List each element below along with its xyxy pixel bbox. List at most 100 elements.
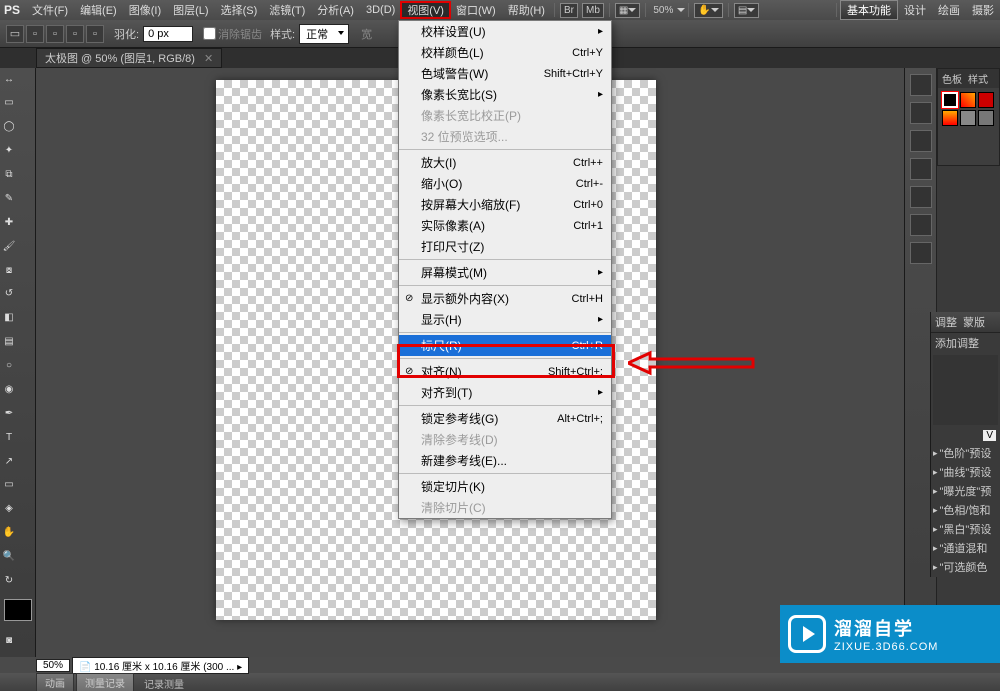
swatch-item[interactable]: [960, 92, 976, 108]
swatch-item[interactable]: [960, 110, 976, 126]
screen-mode-icon[interactable]: ▦: [615, 3, 640, 18]
gradient-tool-icon[interactable]: ▤: [1, 334, 17, 350]
character-panel-icon[interactable]: [910, 186, 932, 208]
preset-selective[interactable]: "可选颜色: [931, 558, 1000, 576]
preset-exposure[interactable]: "曝光度"预: [931, 482, 1000, 500]
3d-tool-icon[interactable]: ◈: [1, 501, 17, 517]
preset-curves[interactable]: "曲线"预设: [931, 463, 1000, 481]
shape-tool-icon[interactable]: ▭: [1, 477, 17, 493]
new-selection-icon[interactable]: ▫: [26, 25, 44, 43]
swatch-item[interactable]: [942, 92, 958, 108]
bridge-button[interactable]: Br: [560, 3, 578, 18]
swatch-item[interactable]: [942, 110, 958, 126]
swatch-item[interactable]: [978, 110, 994, 126]
swatch-item[interactable]: [978, 92, 994, 108]
zoom-tool-icon[interactable]: 🔍: [1, 549, 17, 565]
document-tab[interactable]: 太极图 @ 50% (图层1, RGB/8) ✕: [36, 48, 222, 68]
menu-layer[interactable]: 图层(L): [167, 2, 214, 18]
arrange-docs-icon[interactable]: ▤: [734, 3, 759, 18]
menu-item[interactable]: 显示(H)▸: [399, 309, 611, 330]
menu-view[interactable]: 视图(V): [401, 2, 450, 18]
menu-item[interactable]: 屏幕模式(M)▸: [399, 262, 611, 283]
menu-item[interactable]: 对齐到(T)▸: [399, 382, 611, 403]
menu-item[interactable]: 实际像素(A)Ctrl+1: [399, 215, 611, 236]
brush-tool-icon[interactable]: 🖌: [1, 238, 17, 254]
marquee-tool-preset-icon[interactable]: ▭: [6, 25, 24, 43]
history-panel-icon[interactable]: [910, 102, 932, 124]
menu-filter[interactable]: 滤镜(T): [263, 2, 311, 18]
healing-tool-icon[interactable]: ✚: [1, 214, 17, 230]
menu-select[interactable]: 选择(S): [215, 2, 264, 18]
paragraph-panel-icon[interactable]: [910, 214, 932, 236]
swatch-tab-color[interactable]: 色板: [942, 71, 962, 86]
menu-item[interactable]: 新建参考线(E)...: [399, 450, 611, 471]
workspace-design[interactable]: 设计: [898, 2, 932, 18]
menu-image[interactable]: 图像(I): [123, 2, 167, 18]
wand-tool-icon[interactable]: ✦: [1, 143, 17, 159]
menu-item[interactable]: 色域警告(W)Shift+Ctrl+Y: [399, 63, 611, 84]
pen-tool-icon[interactable]: ✒: [1, 405, 17, 421]
move-tool-icon[interactable]: ↔: [1, 71, 17, 87]
preset-channel[interactable]: "通道混和: [931, 539, 1000, 557]
swatch-tab-style[interactable]: 样式: [968, 71, 988, 86]
history-brush-icon[interactable]: ↺: [1, 286, 17, 302]
add-selection-icon[interactable]: ▫: [46, 25, 64, 43]
marquee-tool-icon[interactable]: ▭: [1, 95, 17, 111]
minibridge-button[interactable]: Mb: [582, 3, 604, 18]
menu-item[interactable]: 校样设置(U)▸: [399, 21, 611, 42]
navigator-panel-icon[interactable]: [910, 130, 932, 152]
blur-tool-icon[interactable]: ○: [1, 358, 17, 374]
antialias-checkbox[interactable]: [203, 27, 216, 40]
rotate-tool-icon[interactable]: ↻: [1, 572, 17, 588]
type-tool-icon[interactable]: T: [1, 429, 17, 445]
workspace-paint[interactable]: 绘画: [932, 2, 966, 18]
eraser-tool-icon[interactable]: ◧: [1, 310, 17, 326]
doc-info[interactable]: 📄 10.16 厘米 x 10.16 厘米 (300 ... ▸: [72, 657, 249, 674]
menu-item[interactable]: 标尺(R)Ctrl+R: [399, 335, 611, 356]
animation-tab[interactable]: 动画: [36, 673, 74, 691]
styles-panel-icon[interactable]: [910, 242, 932, 264]
subtract-selection-icon[interactable]: ▫: [66, 25, 84, 43]
preset-hue[interactable]: "色相/饱和: [931, 501, 1000, 519]
measurement-tab[interactable]: 测量记录: [76, 673, 134, 691]
quickmask-icon[interactable]: ◙: [1, 632, 17, 648]
menu-item[interactable]: 放大(I)Ctrl++: [399, 152, 611, 173]
menu-3d[interactable]: 3D(D): [360, 4, 401, 16]
chevron-down-icon[interactable]: [677, 8, 685, 12]
dodge-tool-icon[interactable]: ◉: [1, 381, 17, 397]
close-tab-icon[interactable]: ✕: [204, 53, 213, 65]
menu-item[interactable]: 打印尺寸(Z): [399, 236, 611, 257]
menu-help[interactable]: 帮助(H): [502, 2, 551, 18]
menu-item[interactable]: 按屏幕大小缩放(F)Ctrl+0: [399, 194, 611, 215]
menu-item[interactable]: ⊘显示额外内容(X)Ctrl+H: [399, 288, 611, 309]
lasso-tool-icon[interactable]: ◯: [1, 119, 17, 135]
adjust-tab[interactable]: 调整: [935, 314, 957, 330]
crop-tool-icon[interactable]: ⧉: [1, 167, 17, 183]
preset-levels[interactable]: "色阶"预设: [931, 444, 1000, 462]
style-select[interactable]: 正常: [299, 24, 349, 44]
adjustment-icons-grid[interactable]: [933, 355, 998, 425]
hand-tool-icon[interactable]: ✋: [1, 525, 17, 541]
path-tool-icon[interactable]: ↗: [1, 453, 17, 469]
menu-file[interactable]: 文件(F): [26, 2, 74, 18]
stamp-tool-icon[interactable]: ⧇: [1, 262, 17, 278]
footer-label[interactable]: 记录测量: [136, 676, 184, 691]
menu-item[interactable]: 像素长宽比(S)▸: [399, 84, 611, 105]
menu-item[interactable]: 校样颜色(L)Ctrl+Y: [399, 42, 611, 63]
menu-item[interactable]: 锁定切片(K): [399, 476, 611, 497]
menu-item[interactable]: 缩小(O)Ctrl+-: [399, 173, 611, 194]
workspace-basic[interactable]: 基本功能: [840, 0, 898, 20]
preset-bw[interactable]: "黑白"预设: [931, 520, 1000, 538]
menu-window[interactable]: 窗口(W): [450, 2, 502, 18]
menu-item[interactable]: 锁定参考线(G)Alt+Ctrl+;: [399, 408, 611, 429]
workspace-photo[interactable]: 摄影: [966, 2, 1000, 18]
foreground-background-swatch[interactable]: [4, 599, 32, 621]
info-panel-icon[interactable]: [910, 158, 932, 180]
menu-analysis[interactable]: 分析(A): [311, 2, 360, 18]
menu-edit[interactable]: 编辑(E): [74, 2, 123, 18]
hand-icon[interactable]: ✋: [694, 3, 722, 18]
minibridge-panel-icon[interactable]: [910, 74, 932, 96]
mask-tab[interactable]: 蒙版: [963, 314, 985, 330]
intersect-selection-icon[interactable]: ▫: [86, 25, 104, 43]
zoom-field[interactable]: 50%: [36, 659, 70, 672]
